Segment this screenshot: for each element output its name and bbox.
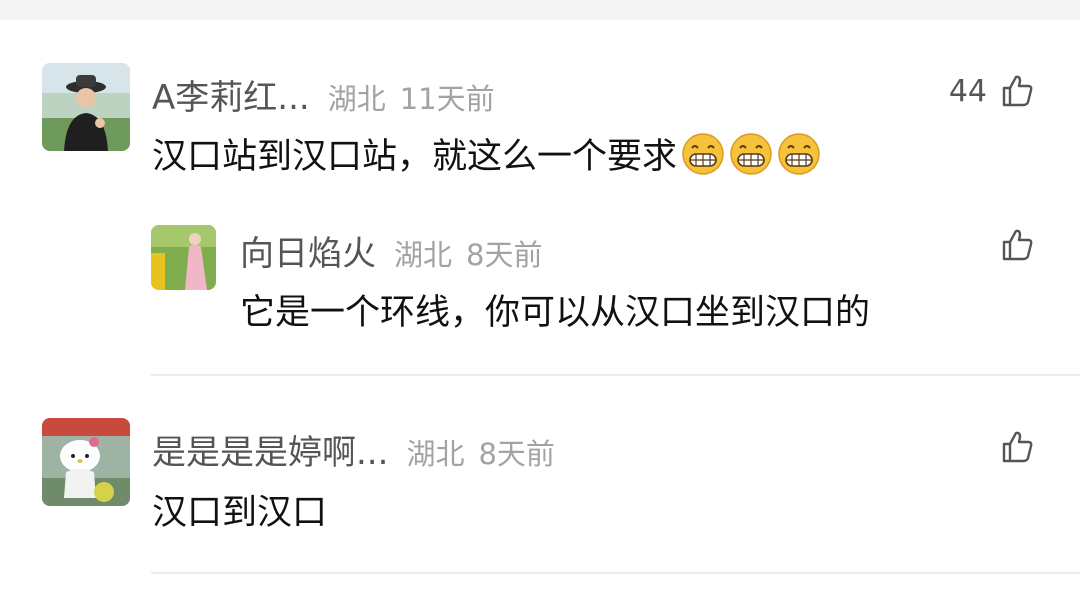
thumbs-up-icon — [1002, 75, 1033, 107]
like-button[interactable]: 44 — [949, 73, 1035, 109]
comment-meta: A李莉红... 湖北 11天前 — [152, 70, 495, 119]
comment-location: 湖北 — [327, 82, 386, 116]
reply-meta: 向日焰火 湖北 8天前 — [240, 226, 542, 275]
like-button[interactable] — [999, 429, 1035, 465]
comment-time: 11天前 — [399, 82, 495, 116]
like-count: 44 — [948, 73, 987, 109]
reply-author[interactable]: 向日焰火 — [240, 226, 376, 275]
reply-text-content: 它是一个环线，你可以从汉口坐到汉口的 — [240, 293, 871, 333]
comment-text-content: 汉口站到汉口站，就这么一个要求 — [152, 137, 678, 177]
comment-location: 湖北 — [406, 437, 465, 471]
divider — [151, 572, 1080, 574]
like-button[interactable] — [999, 227, 1035, 263]
avatar[interactable] — [42, 63, 130, 151]
grinning-face-icon — [778, 132, 820, 175]
avatar[interactable] — [151, 225, 216, 290]
comment-text: 汉口站到汉口站，就这么一个要求 — [152, 128, 821, 179]
comment-meta: 是是是是婷啊... 湖北 8天前 — [152, 425, 555, 474]
comment-text-content: 汉口到汉口 — [152, 493, 328, 533]
comment-text: 汉口到汉口 — [152, 484, 327, 535]
reply-text: 它是一个环线，你可以从汉口坐到汉口的 — [240, 284, 870, 335]
comment-author[interactable]: 是是是是婷啊... — [152, 425, 388, 474]
grinning-face-icon — [730, 132, 772, 175]
reply-time: 8天前 — [466, 238, 543, 272]
thumbs-up-icon — [1002, 431, 1033, 463]
thumbs-up-icon — [1002, 229, 1033, 261]
reply-location: 湖北 — [394, 238, 453, 272]
divider — [151, 374, 1080, 376]
avatar[interactable] — [42, 418, 130, 506]
comment-time: 8天前 — [478, 437, 555, 471]
top-bar — [0, 0, 1080, 20]
grinning-face-icon — [682, 132, 724, 175]
comment-author[interactable]: A李莉红... — [152, 70, 310, 119]
